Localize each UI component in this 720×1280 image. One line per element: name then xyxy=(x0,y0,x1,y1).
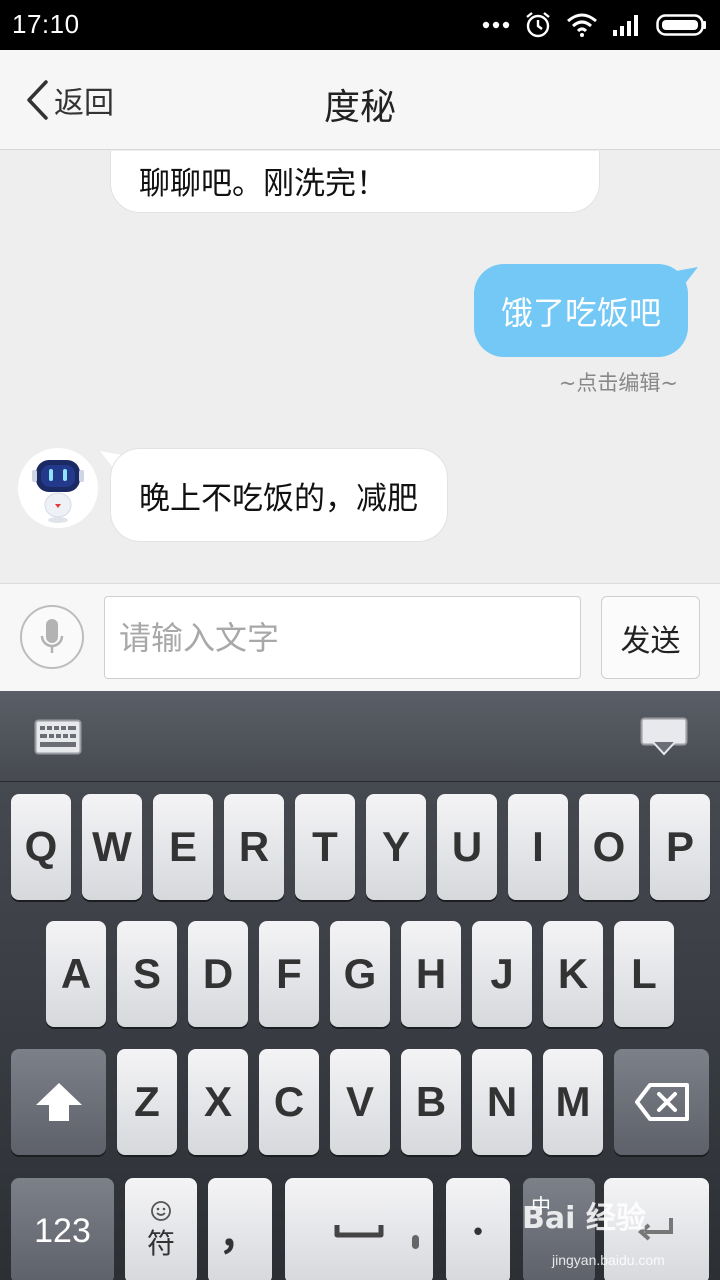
key-y[interactable]: Y xyxy=(366,794,426,900)
page-title: 度秘 xyxy=(323,87,396,128)
shift-key[interactable] xyxy=(11,1049,106,1155)
key-s[interactable]: S xyxy=(117,921,177,1027)
smiley-icon xyxy=(151,1201,171,1221)
message-input[interactable] xyxy=(104,596,581,679)
key-b[interactable]: B xyxy=(401,1049,461,1155)
watermark-logo: Bai 经验 xyxy=(522,1201,646,1236)
bot-message-bubble: 聊聊吧。刚洗完！ xyxy=(110,151,600,213)
numbers-key[interactable]: 123 xyxy=(11,1178,114,1280)
key-p[interactable]: P xyxy=(650,794,710,900)
key-r[interactable]: R xyxy=(224,794,284,900)
key-h[interactable]: H xyxy=(401,921,461,1027)
keyboard-hide-icon[interactable] xyxy=(640,717,688,757)
alarm-icon xyxy=(526,12,550,38)
voice-input-button[interactable] xyxy=(20,605,84,669)
key-n[interactable]: N xyxy=(472,1049,532,1155)
comma-key[interactable]: ， xyxy=(208,1178,272,1280)
period-key[interactable]: • xyxy=(446,1178,510,1280)
bubble-tail xyxy=(676,267,698,285)
symbols-label: 符 xyxy=(146,1228,175,1259)
more-dots-icon xyxy=(482,21,510,29)
chat-area[interactable]: 聊聊吧。刚洗完！ 饿了吃饭吧 ~点击编辑~ 晚上不吃饭的，减肥 xyxy=(0,151,720,583)
backspace-key[interactable] xyxy=(614,1049,709,1155)
key-t[interactable]: T xyxy=(295,794,355,900)
bot-avatar[interactable] xyxy=(18,448,98,528)
key-l[interactable]: L xyxy=(614,921,674,1027)
backspace-icon xyxy=(634,1083,689,1121)
symbols-key[interactable]: 符 xyxy=(125,1178,197,1280)
status-bar: 17:10 xyxy=(0,0,720,50)
key-a[interactable]: A xyxy=(46,921,106,1027)
shift-arrow-icon xyxy=(35,1083,82,1121)
key-j[interactable]: J xyxy=(472,921,532,1027)
message-text: 晚上不吃饭的，减肥 xyxy=(139,480,418,517)
wifi-icon xyxy=(567,13,597,37)
message-text: 饿了吃饭吧 xyxy=(500,293,661,332)
key-w[interactable]: W xyxy=(82,794,142,900)
key-k[interactable]: K xyxy=(543,921,603,1027)
key-f[interactable]: F xyxy=(259,921,319,1027)
keyboard-switch-icon[interactable] xyxy=(34,719,82,755)
nav-header: 返回 度秘 xyxy=(0,50,720,150)
message-text: 聊聊吧。刚洗完！ xyxy=(139,165,387,202)
input-bar: 发送 xyxy=(0,583,720,691)
send-button[interactable]: 发送 xyxy=(601,596,700,679)
key-v[interactable]: V xyxy=(330,1049,390,1155)
key-g[interactable]: G xyxy=(330,921,390,1027)
signal-icon xyxy=(613,15,638,36)
key-e[interactable]: E xyxy=(153,794,213,900)
battery-icon xyxy=(656,14,706,36)
user-message-bubble[interactable]: 饿了吃饭吧 xyxy=(474,264,688,357)
edit-hint-link[interactable]: ~点击编辑~ xyxy=(559,367,678,397)
key-x[interactable]: X xyxy=(188,1049,248,1155)
microphone-icon xyxy=(40,619,64,653)
key-i[interactable]: I xyxy=(508,794,568,900)
key-d[interactable]: D xyxy=(188,921,248,1027)
soft-keyboard: Q W E R T Y U I O P A S D F G H J K L Z … xyxy=(0,691,720,1280)
space-bar-icon xyxy=(334,1225,419,1249)
key-o[interactable]: O xyxy=(579,794,639,900)
space-key[interactable] xyxy=(285,1178,433,1280)
key-q[interactable]: Q xyxy=(11,794,71,900)
watermark-url: jingyan.baidu.com xyxy=(552,1252,665,1268)
key-u[interactable]: U xyxy=(437,794,497,900)
key-c[interactable]: C xyxy=(259,1049,319,1155)
keyboard-toolbar xyxy=(0,691,720,782)
bot-message-bubble: 晚上不吃饭的，减肥 xyxy=(110,448,448,542)
key-m[interactable]: M xyxy=(543,1049,603,1155)
status-time: 17:10 xyxy=(12,9,80,39)
status-icons xyxy=(482,0,708,50)
key-z[interactable]: Z xyxy=(117,1049,177,1155)
robot-icon xyxy=(19,449,97,527)
